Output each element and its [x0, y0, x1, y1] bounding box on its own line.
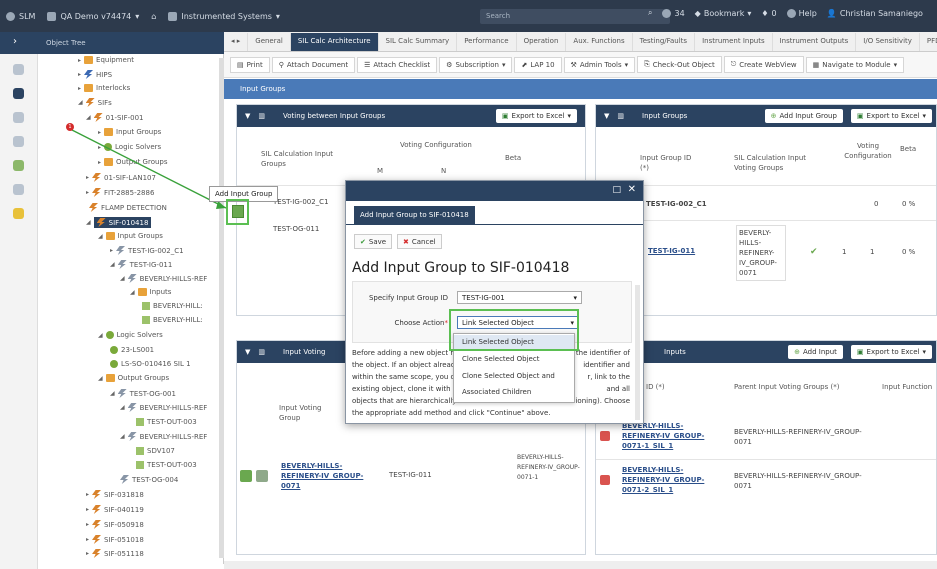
save-button[interactable]: ✔ Save [354, 234, 393, 249]
add-input-group-icon[interactable] [232, 205, 244, 218]
tab-underline [346, 224, 643, 225]
dialog-title: Add Input Group to SIF-010418 [352, 260, 570, 276]
option-clone-with-children[interactable]: Clone Selected Object and [454, 369, 574, 383]
input-group-id-field[interactable]: TEST-IG-001 ▾ [457, 291, 582, 304]
option-clone-with-children-cont[interactable]: Associated Children [454, 385, 574, 399]
bottom-bar [224, 561, 937, 569]
highlight-box [449, 309, 579, 351]
chevron-down-icon: ▾ [573, 294, 577, 302]
dialog-tab[interactable]: Add Input Group to SIF-010418 [354, 206, 475, 224]
check-icon: ✔ [360, 237, 366, 246]
dialog-scrollbar[interactable] [635, 285, 640, 420]
dialog-titlebar: □ ✕ [346, 181, 643, 201]
close-icon[interactable]: ✕ [628, 184, 636, 195]
maximize-icon[interactable]: □ [612, 185, 621, 195]
step-marker: 1 [66, 123, 74, 131]
cancel-button[interactable]: ✖ Cancel [397, 234, 442, 249]
option-clone-selected[interactable]: Clone Selected Object [454, 352, 574, 366]
x-icon: ✖ [403, 237, 409, 246]
